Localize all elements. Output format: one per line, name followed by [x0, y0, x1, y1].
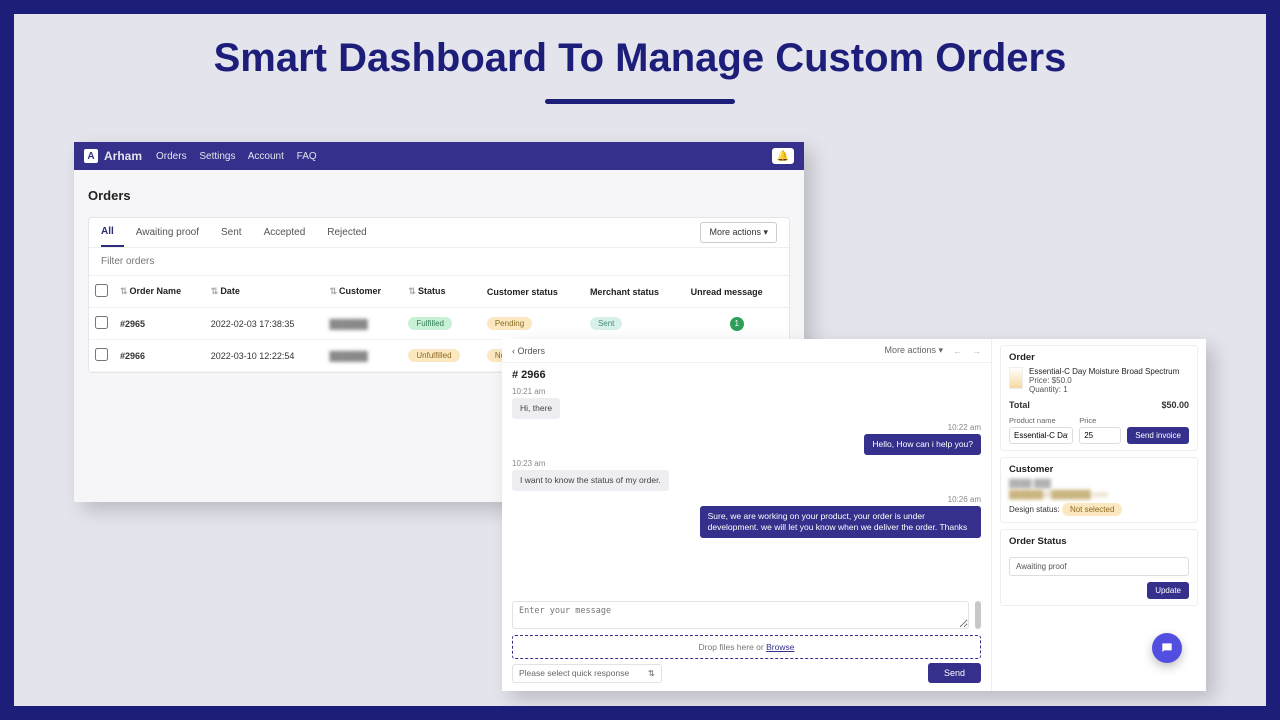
tab-rejected[interactable]: Rejected — [327, 219, 376, 246]
col-order-name[interactable]: Order Name — [130, 286, 182, 296]
brand-logo-icon: A — [84, 149, 98, 163]
scrollbar[interactable] — [975, 601, 981, 629]
message-timestamp: 10:23 am — [512, 459, 981, 468]
message-outgoing: Sure, we are working on your product, yo… — [700, 506, 981, 538]
col-merchant-status[interactable]: Merchant status — [590, 287, 659, 297]
select-all-checkbox[interactable] — [95, 284, 108, 297]
nav-orders[interactable]: Orders — [156, 151, 187, 162]
order-status-title: Order Status — [1009, 536, 1189, 547]
quick-response-select[interactable]: Please select quick response ⇅ — [512, 664, 662, 683]
order-card-title: Order — [1009, 352, 1189, 363]
send-button[interactable]: Send — [928, 663, 981, 683]
price-input[interactable] — [1079, 427, 1121, 444]
chat-icon — [1160, 641, 1174, 655]
tab-accepted[interactable]: Accepted — [264, 219, 316, 246]
message-timestamp: 10:21 am — [512, 387, 981, 396]
customer-card-title: Customer — [1009, 464, 1189, 475]
product-name-field-label: Product name — [1009, 416, 1073, 425]
tab-awaiting[interactable]: Awaiting proof — [136, 219, 209, 246]
col-unread[interactable]: Unread message — [691, 287, 763, 297]
message-timestamp: 10:26 am — [512, 495, 981, 504]
top-nav: Orders Settings Account FAQ — [156, 151, 327, 162]
row-checkbox[interactable] — [95, 348, 108, 361]
row-checkbox[interactable] — [95, 316, 108, 329]
nav-faq[interactable]: FAQ — [297, 151, 317, 162]
message-outgoing: Hello, How can i help you? — [864, 434, 981, 455]
message-incoming: Hi, there — [512, 398, 560, 419]
order-reference: # 2966 — [502, 363, 991, 383]
product-thumbnail — [1009, 367, 1023, 389]
message-incoming: I want to know the status of my order. — [512, 470, 669, 491]
quick-response-placeholder: Please select quick response — [519, 668, 629, 678]
product-qty: 1 — [1063, 385, 1067, 394]
detail-more-actions[interactable]: More actions ▾ — [884, 345, 943, 356]
customer-email: ██████@███████.com — [1009, 490, 1189, 499]
customer-name: ████ ███ — [1009, 479, 1189, 488]
col-customer-status[interactable]: Customer status — [487, 287, 558, 297]
notifications-button[interactable]: 🔔 — [772, 148, 794, 164]
update-button[interactable]: Update — [1147, 582, 1189, 599]
dropzone-text: Drop files here or — [699, 642, 767, 652]
total-label: Total — [1009, 400, 1030, 410]
product-name-input[interactable] — [1009, 427, 1073, 444]
nav-settings[interactable]: Settings — [199, 151, 235, 162]
table-row[interactable]: #29652022-02-03 17:38:35██████FulfilledP… — [89, 308, 789, 340]
product-price-label: Price: — [1029, 376, 1049, 385]
design-status-label: Design status: — [1009, 505, 1060, 514]
page-headline: Smart Dashboard To Manage Custom Orders — [14, 36, 1266, 81]
tab-all[interactable]: All — [101, 218, 124, 247]
app-topbar: A Arham Orders Settings Account FAQ 🔔 — [74, 142, 804, 170]
order-detail-panel: ‹ Orders More actions ▾ ← → # 2966 10:21… — [502, 339, 1206, 691]
tab-sent[interactable]: Sent — [221, 219, 252, 246]
order-status-select[interactable] — [1009, 557, 1189, 576]
bell-icon: 🔔 — [777, 151, 789, 162]
chat-fab[interactable] — [1152, 633, 1182, 663]
message-input[interactable] — [512, 601, 969, 629]
product-qty-label: Quantity: — [1029, 385, 1061, 394]
customer-card: Customer ████ ███ ██████@███████.com Des… — [1000, 457, 1198, 523]
file-dropzone[interactable]: Drop files here or Browse — [512, 635, 981, 659]
send-invoice-button[interactable]: Send invoice — [1127, 427, 1189, 444]
next-order-arrow-icon[interactable]: → — [972, 346, 981, 356]
back-to-orders[interactable]: ‹ Orders — [512, 346, 545, 356]
col-status[interactable]: Status — [418, 286, 446, 296]
orders-title: Orders — [88, 188, 790, 203]
product-price: $50.0 — [1052, 376, 1072, 385]
total-value: $50.00 — [1161, 400, 1189, 410]
product-name: Essential-C Day Moisture Broad Spectrum — [1029, 367, 1179, 376]
orders-more-actions[interactable]: More actions ▾ — [700, 222, 777, 243]
order-card: Order Essential-C Day Moisture Broad Spe… — [1000, 345, 1198, 451]
design-status-badge: Not selected — [1062, 503, 1122, 516]
sort-icon[interactable]: ⇅ — [120, 286, 128, 296]
brand-name: Arham — [104, 149, 142, 163]
sort-icon[interactable]: ⇅ — [329, 286, 337, 296]
col-date[interactable]: Date — [220, 286, 240, 296]
sort-icon[interactable]: ⇅ — [408, 286, 416, 296]
prev-order-arrow-icon[interactable]: ← — [953, 346, 962, 356]
filter-orders-input[interactable] — [89, 248, 789, 276]
price-field-label: Price — [1079, 416, 1121, 425]
order-status-card: Order Status Update — [1000, 529, 1198, 606]
message-timestamp: 10:22 am — [512, 423, 981, 432]
chevron-updown-icon: ⇅ — [648, 668, 655, 679]
browse-link[interactable]: Browse — [766, 642, 794, 652]
sort-icon[interactable]: ⇅ — [211, 286, 219, 296]
headline-underline — [545, 99, 735, 104]
nav-account[interactable]: Account — [248, 151, 284, 162]
col-customer[interactable]: Customer — [339, 286, 381, 296]
